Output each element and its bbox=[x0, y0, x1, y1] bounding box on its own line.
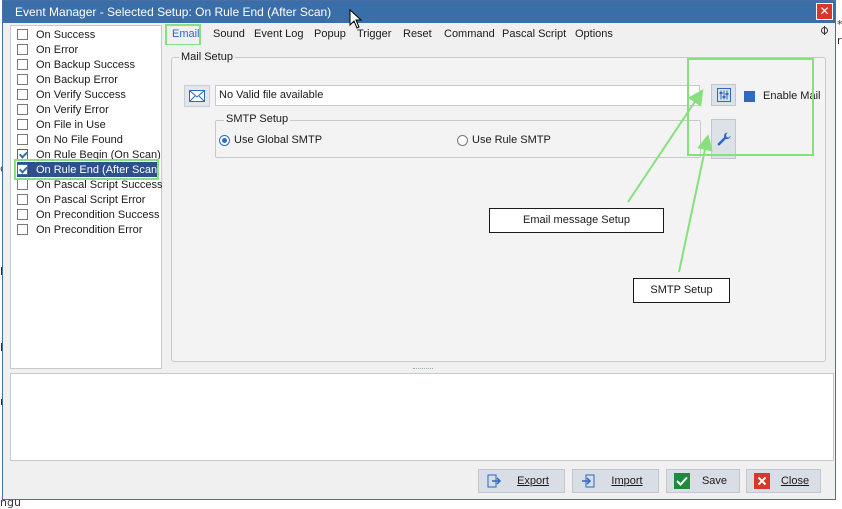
arrow-to-email-setup bbox=[627, 89, 704, 203]
callout-smtp-setup: SMTP Setup bbox=[633, 278, 730, 303]
mouse-cursor-icon bbox=[349, 9, 363, 29]
arrow-to-smtp-setup bbox=[678, 134, 713, 273]
annotation-arrows bbox=[627, 89, 713, 273]
callout-email-message-setup: Email message Setup bbox=[489, 208, 664, 233]
